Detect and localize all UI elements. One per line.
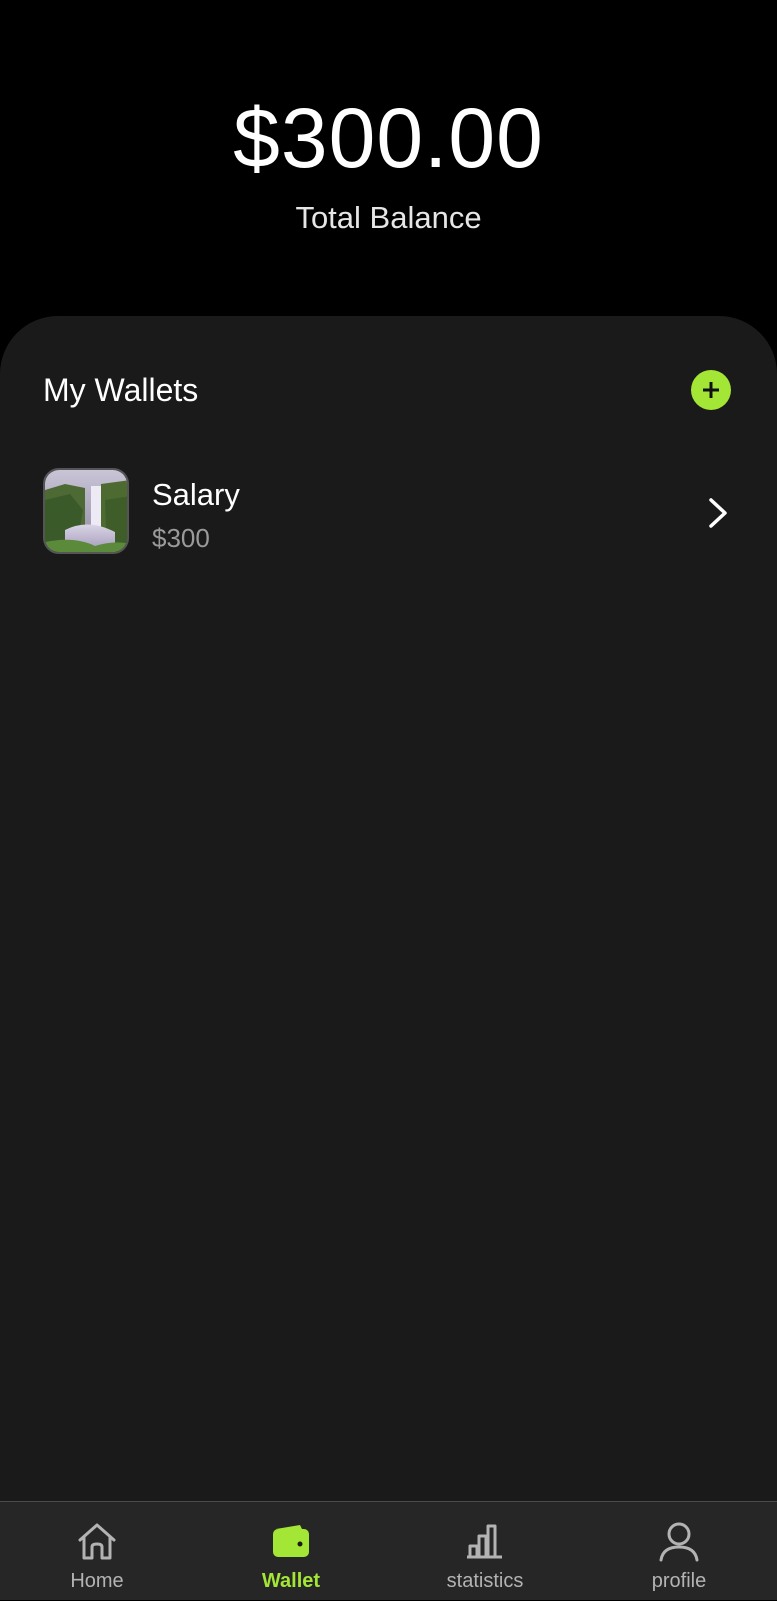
wallet-thumbnail-image [43, 468, 129, 554]
add-wallet-button[interactable] [691, 370, 731, 410]
chevron-right-icon [709, 498, 727, 528]
nav-home[interactable]: Home [0, 1502, 194, 1601]
wallet-name: Salary [152, 477, 240, 512]
plus-icon [703, 382, 719, 398]
nav-profile-label: profile [651, 1570, 707, 1592]
bar-chart-icon [467, 1524, 502, 1559]
wallets-title: My Wallets [43, 372, 199, 408]
nav-wallet[interactable]: Wallet [194, 1502, 388, 1601]
bottom-navigation: Home Wallet statistics profile [0, 1501, 777, 1600]
wallets-header: My Wallets [43, 368, 731, 412]
nav-home-label: Home [70, 1570, 124, 1592]
total-balance-label: Total Balance [295, 200, 482, 235]
balance-header: $300.00 Total Balance [0, 0, 777, 320]
user-icon [659, 1522, 699, 1562]
wallets-panel: My Wallets Salary $300 [0, 316, 777, 1501]
nav-wallet-label: Wallet [261, 1570, 321, 1592]
home-icon [78, 1523, 116, 1560]
total-balance-amount: $300.00 [233, 91, 544, 185]
wallet-icon [273, 1525, 309, 1557]
wallet-amount: $300 [152, 523, 210, 553]
nav-statistics[interactable]: statistics [388, 1502, 582, 1601]
wallet-list-item[interactable]: Salary $300 [43, 468, 731, 558]
nav-statistics-label: statistics [446, 1570, 524, 1592]
nav-profile[interactable]: profile [582, 1502, 776, 1601]
